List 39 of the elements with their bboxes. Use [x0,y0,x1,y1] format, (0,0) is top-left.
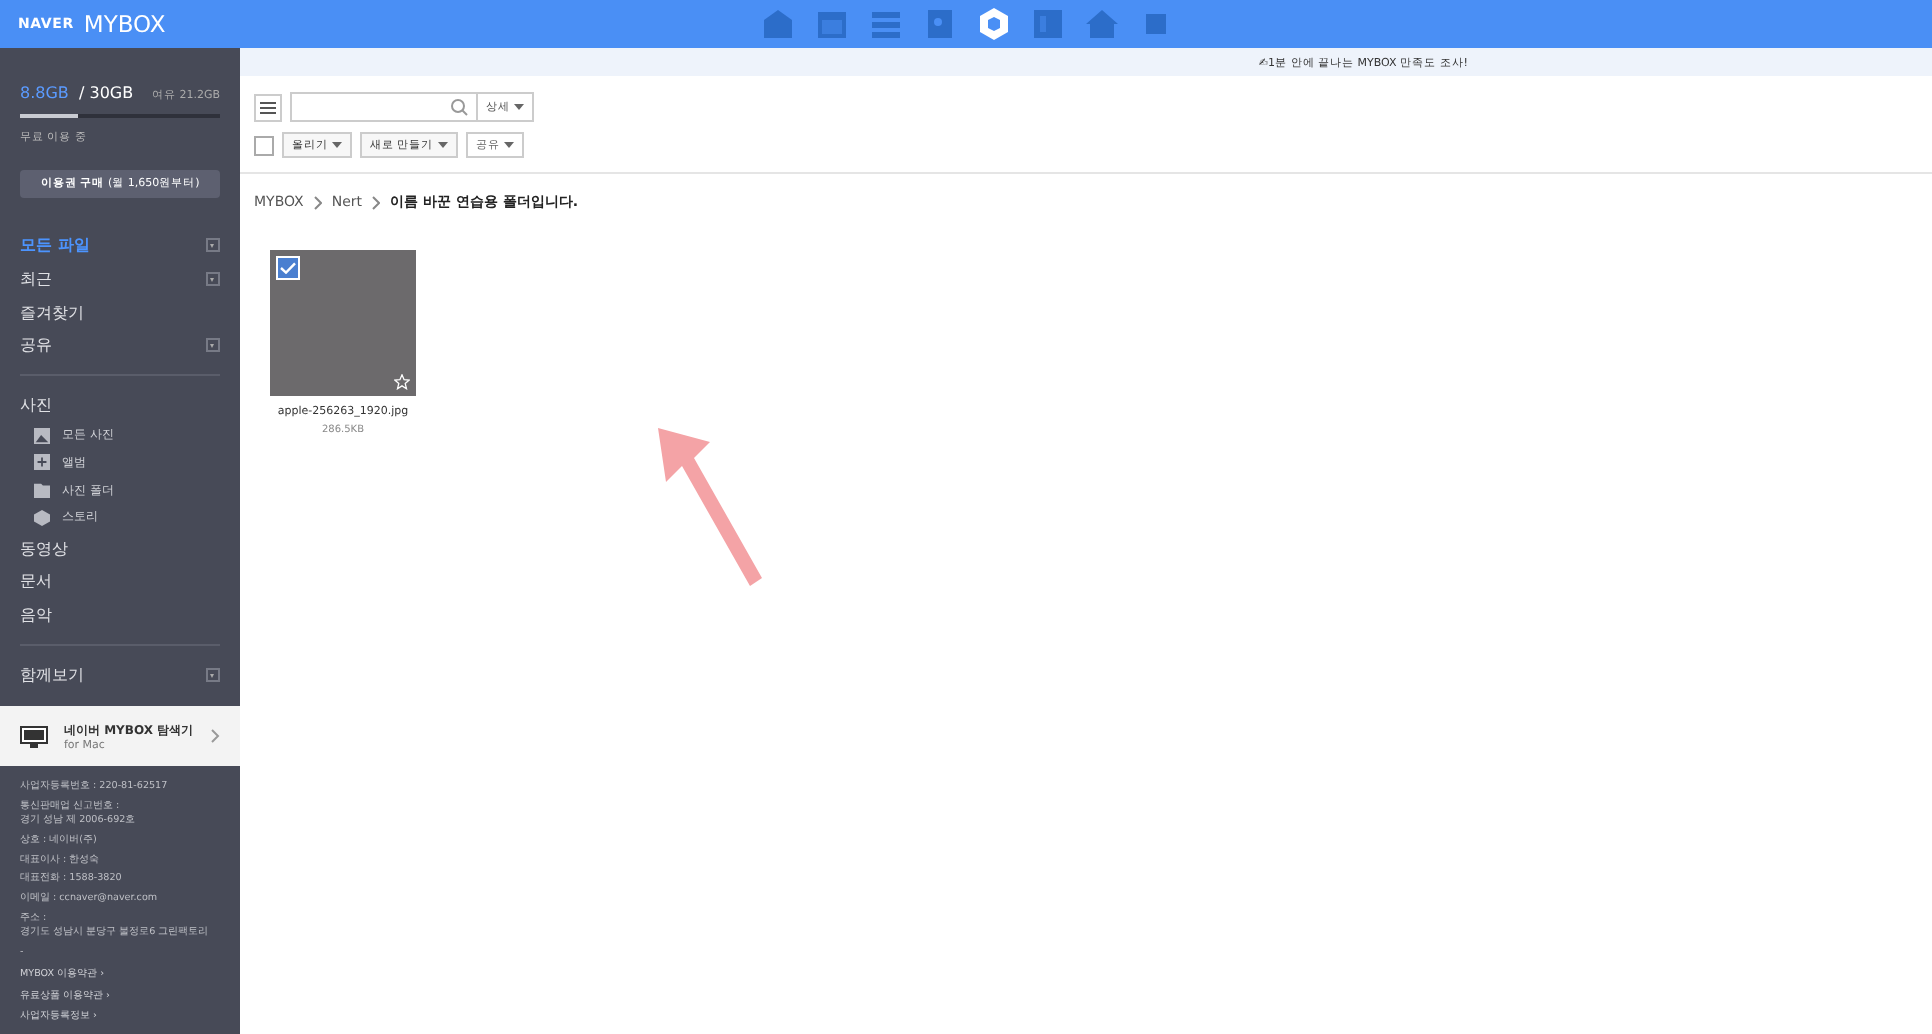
sidebar-item[interactable]: 음악 [20,603,52,626]
dropdown-icon[interactable] [206,338,220,353]
search-icon [450,98,468,116]
sidebar-item[interactable]: 문서 [20,570,52,593]
used-storage: 8.8GB [20,84,69,102]
sidebar-item[interactable]: 공유 [20,334,52,357]
dropdown-icon[interactable] [206,238,220,253]
caret-icon [437,141,448,148]
file-checkbox[interactable] [276,256,300,280]
calendar-app-icon[interactable] [813,6,849,42]
photo-icon [34,427,50,444]
chevron-right-icon [210,728,220,745]
menu-icon [260,101,276,113]
caret-icon [332,141,342,148]
dropdown-icon[interactable] [206,272,220,287]
sidebar-item[interactable]: 동영상 [20,537,68,560]
caret-icon [514,103,524,110]
story-icon [34,509,50,526]
dropdown-icon[interactable] [206,667,220,682]
total-storage: / 30GB [79,84,134,102]
board-app-icon[interactable] [1029,6,1065,42]
home-app-icon[interactable] [1083,6,1119,42]
caret-icon [503,141,514,148]
star-icon[interactable] [394,374,410,390]
chevron-right-icon [372,195,381,209]
album-icon [34,454,50,471]
sidebar-item[interactable]: 최근 [20,268,52,291]
folder-icon [34,482,50,499]
chevron-right-icon [313,195,322,209]
select-all-checkbox[interactable] [254,135,274,155]
sidebar-item[interactable]: 사진 [20,394,52,417]
sidebar-item[interactable]: 함께보기 [20,663,84,686]
list-app-icon[interactable] [867,6,903,42]
product-name: MYBOX [83,10,166,38]
menu-button[interactable] [254,93,282,121]
monitor-icon [20,725,48,748]
sidebar-item[interactable]: 즐겨찾기 [20,301,84,324]
checkmark-icon [280,262,296,274]
mybox-app-icon[interactable] [975,6,1011,42]
